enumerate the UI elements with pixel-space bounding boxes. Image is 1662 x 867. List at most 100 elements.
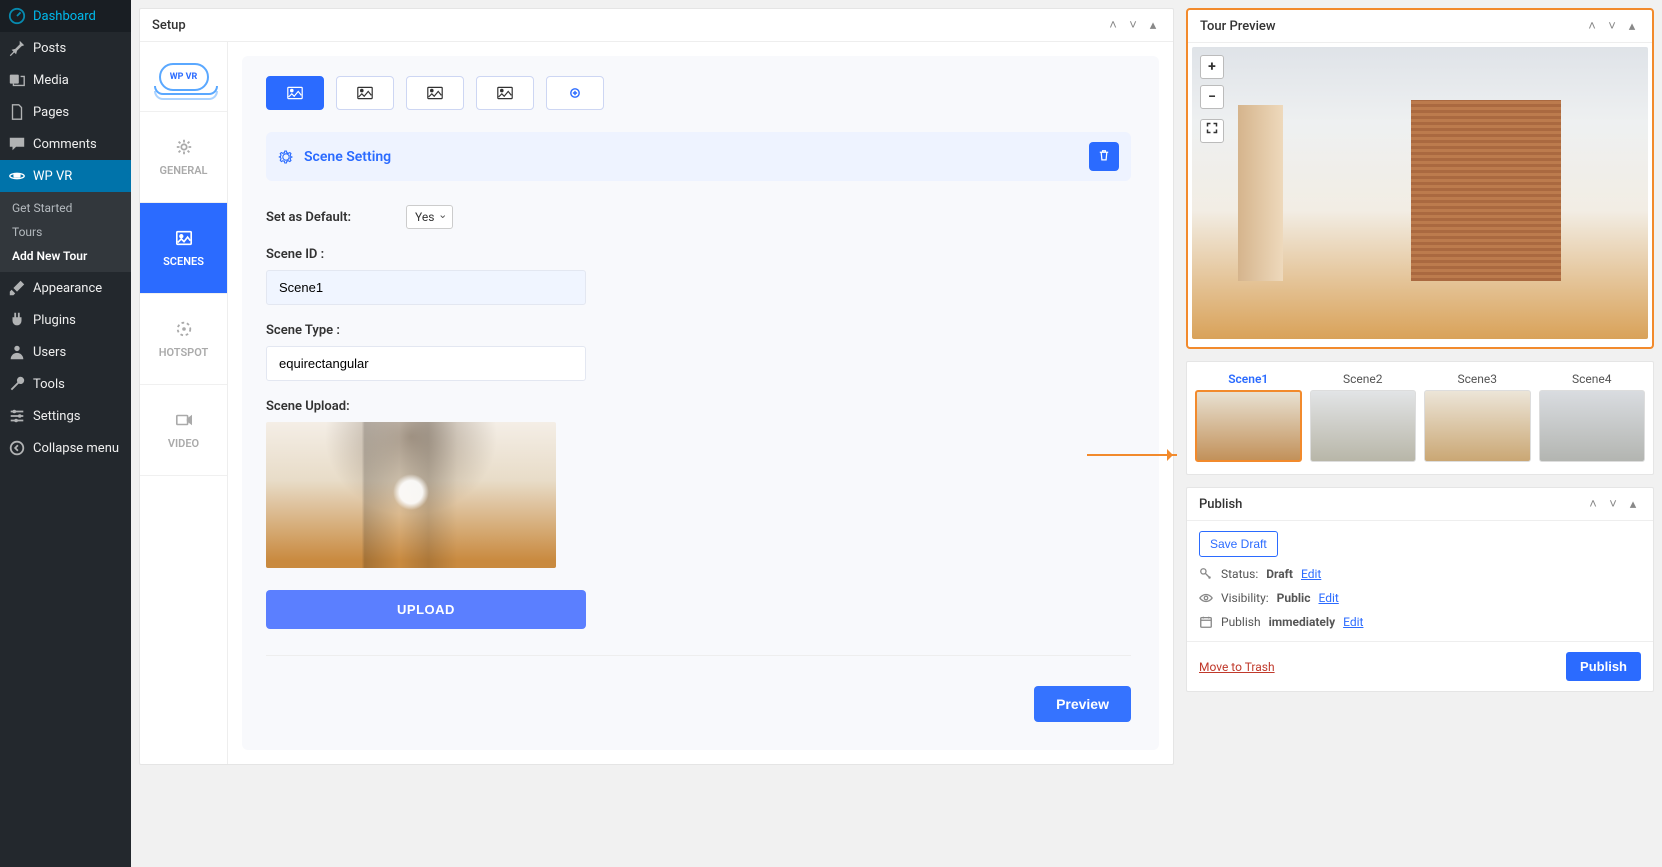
wrench-icon [8,375,26,393]
scene-id-label: Scene ID : [266,247,1131,262]
delete-scene-button[interactable] [1089,142,1119,171]
preview-button[interactable]: Preview [1034,686,1131,722]
sidebar-label: Pages [33,105,69,120]
vtab-hotspot[interactable]: HOTSPOT [140,294,227,385]
zoom-out-button[interactable]: − [1200,85,1224,109]
publish-head: Publish ˄ ˅ ▴ [1187,488,1653,521]
default-label: Set as Default: [266,210,366,225]
panel-toggle-icon[interactable]: ▴ [1625,496,1641,512]
sidebar-item-plugins[interactable]: Plugins [0,304,131,336]
sidebar-item-appearance[interactable]: Appearance [0,272,131,304]
target-icon [175,320,193,338]
scene-type-input[interactable] [266,346,586,381]
scene-tab-1[interactable] [266,76,324,110]
subitem-get-started[interactable]: Get Started [0,196,131,220]
subitem-add-new-tour[interactable]: Add New Tour [0,244,131,268]
panel-down-icon[interactable]: ˅ [1125,17,1141,33]
setup-panel-head: Setup ˄ ˅ ▴ [140,9,1173,42]
default-select[interactable]: Yes [406,205,453,229]
publish-panel: Publish ˄ ˅ ▴ Save Draft Status: Draft E… [1186,487,1654,692]
scene-thumbs-panel: Scene1 Scene2 Scene3 Scene4 [1186,361,1654,475]
scene-setting-header: Scene Setting [266,132,1131,181]
plug-icon [8,311,26,329]
scene-id-input[interactable] [266,270,586,305]
thumb-image [1424,390,1531,462]
sidebar-label: Tools [33,377,65,392]
scene-tabs [266,76,1131,110]
panel-up-icon[interactable]: ˄ [1105,17,1121,33]
upload-button[interactable]: UPLOAD [266,590,586,629]
comment-icon [8,135,26,153]
sidebar-item-tools[interactable]: Tools [0,368,131,400]
panel-down-icon[interactable]: ˅ [1605,496,1621,512]
thumb-scene1[interactable]: Scene1 [1195,372,1302,462]
thumb-image [1195,390,1302,462]
schedule-edit-link[interactable]: Edit [1343,615,1363,629]
fullscreen-button[interactable] [1200,119,1224,143]
annotation-arrow [1087,454,1177,456]
move-to-trash-link[interactable]: Move to Trash [1199,660,1275,674]
panel-up-icon[interactable]: ˄ [1585,496,1601,512]
publish-title: Publish [1199,497,1242,512]
scene-tab-4[interactable] [476,76,534,110]
schedule-row: Publish immediately Edit [1199,615,1641,629]
tour-viewer[interactable]: + − [1192,47,1648,339]
panel-down-icon[interactable]: ˅ [1604,18,1620,34]
divider [266,655,1131,656]
thumb-scene2[interactable]: Scene2 [1310,372,1417,462]
wp-admin-sidebar: Dashboard Posts Media Pages Comments WP … [0,0,131,867]
subitem-tours[interactable]: Tours [0,220,131,244]
scene-tab-2[interactable] [336,76,394,110]
tour-preview-panel: Tour Preview ˄ ˅ ▴ + − [1186,8,1654,349]
thumb-label: Scene2 [1310,372,1417,386]
sidebar-label: Collapse menu [33,441,119,456]
sidebar-submenu: Get Started Tours Add New Tour [0,192,131,272]
vtab-scenes[interactable]: SCENES [140,203,227,294]
scene-tab-add[interactable] [546,76,604,110]
sidebar-item-posts[interactable]: Posts [0,32,131,64]
calendar-icon [1199,615,1213,629]
zoom-in-button[interactable]: + [1200,55,1224,79]
sidebar-item-users[interactable]: Users [0,336,131,368]
save-draft-button[interactable]: Save Draft [1199,531,1278,557]
sidebar-label: Comments [33,137,97,152]
scene-upload-label: Scene Upload: [266,399,1131,414]
sidebar-item-dashboard[interactable]: Dashboard [0,0,131,32]
sidebar-item-collapse[interactable]: Collapse menu [0,432,131,464]
vtab-video[interactable]: VIDEO [140,385,227,476]
vertical-tabs: WP VR GENERAL SCENES HOTSPOT [140,42,228,764]
tour-preview-head: Tour Preview ˄ ˅ ▴ [1188,10,1652,43]
tour-preview-title: Tour Preview [1200,19,1276,34]
sidebar-item-settings[interactable]: Settings [0,400,131,432]
sidebar-label: Dashboard [33,9,96,24]
thumb-scene4[interactable]: Scene4 [1539,372,1646,462]
sidebar-label: Users [33,345,66,360]
wpvr-logo-tab: WP VR [140,42,227,112]
dashboard-icon [8,7,26,25]
sidebar-item-comments[interactable]: Comments [0,128,131,160]
panel-toggle-icon[interactable]: ▴ [1624,18,1640,34]
sidebar-label: Plugins [33,313,76,328]
section-title: Scene Setting [304,149,391,165]
gear-icon [175,138,193,156]
thumb-scene3[interactable]: Scene3 [1424,372,1531,462]
video-icon [175,411,193,429]
publish-button[interactable]: Publish [1566,652,1641,681]
sidebar-item-wpvr[interactable]: WP VR [0,160,131,192]
panel-toggle-icon[interactable]: ▴ [1145,17,1161,33]
status-edit-link[interactable]: Edit [1301,567,1321,581]
brush-icon [8,279,26,297]
thumb-image [1539,390,1646,462]
visibility-row: Visibility: Public Edit [1199,591,1641,605]
sidebar-item-pages[interactable]: Pages [0,96,131,128]
vtab-general[interactable]: GENERAL [140,112,227,203]
panel-up-icon[interactable]: ˄ [1584,18,1600,34]
scene-upload-preview[interactable] [266,422,556,568]
visibility-edit-link[interactable]: Edit [1318,591,1338,605]
fullscreen-icon [1206,122,1218,134]
scene-tab-3[interactable] [406,76,464,110]
thumb-label: Scene4 [1539,372,1646,386]
sidebar-item-media[interactable]: Media [0,64,131,96]
image-icon [175,229,193,247]
thumb-label: Scene3 [1424,372,1531,386]
